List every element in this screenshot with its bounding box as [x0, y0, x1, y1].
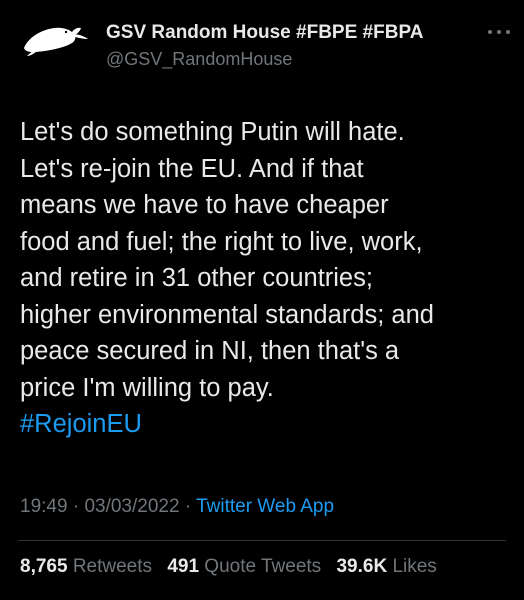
meta-separator: · — [179, 496, 197, 517]
tweet-detail: GSV Random House #FBPE #FBPA @GSV_Random… — [0, 0, 524, 600]
tweet-text-line: Let's do something Putin will hate. — [20, 118, 405, 146]
tweet-text-line: peace secured in NI, then that's a — [20, 337, 400, 365]
author-display-name[interactable]: GSV Random House #FBPE #FBPA — [106, 22, 423, 44]
retweets-stat[interactable]: 8,765 Retweets — [20, 556, 152, 577]
ellipsis-dot — [506, 30, 510, 34]
likes-stat[interactable]: 39.6K Likes — [336, 556, 436, 577]
hashtag-link[interactable]: #RejoinEU — [20, 406, 510, 443]
ellipsis-dot — [488, 30, 492, 34]
likes-label: Likes — [392, 556, 437, 577]
tweet-date[interactable]: 03/03/2022 — [84, 496, 179, 517]
tweet-text-line: price I'm willing to pay. — [20, 373, 274, 402]
ellipsis-dot — [497, 30, 501, 34]
ellipsis-icon[interactable] — [488, 24, 510, 40]
tweet-text: Let's do something Putin will hate. Let'… — [20, 114, 510, 443]
meta-separator: · — [67, 496, 85, 517]
tweet-text-line: means we have to have cheaper — [20, 191, 389, 219]
retweets-count: 8,765 — [20, 556, 68, 577]
tweet-text-line: and retire in 31 other countries; — [20, 264, 373, 292]
tweet-text-line: food and fuel; the right to live, work, — [20, 227, 423, 256]
author-handle[interactable]: @GSV_RandomHouse — [106, 48, 423, 70]
quote-tweets-stat[interactable]: 491 Quote Tweets — [167, 556, 321, 577]
tweet-text-line: higher environmental standards; and — [20, 300, 434, 329]
seal-avatar-icon[interactable] — [18, 14, 94, 62]
source-link[interactable]: Twitter Web App — [196, 496, 334, 517]
tweet-text-line: Let's re-join the EU. And if that — [20, 154, 364, 183]
retweets-label: Retweets — [72, 556, 153, 577]
quotes-count: 491 — [167, 556, 200, 577]
author-info[interactable]: GSV Random House #FBPE #FBPA @GSV_Random… — [106, 22, 423, 70]
likes-count: 39.6K — [336, 556, 388, 577]
tweet-meta: 19:49 · 03/03/2022 · Twitter Web App — [20, 496, 334, 518]
tweet-time[interactable]: 19:49 — [20, 496, 68, 517]
divider — [18, 540, 506, 541]
quotes-label: Quote Tweets — [204, 556, 322, 577]
engagement-stats: 8,765 Retweets 491 Quote Tweets 39.6K Li… — [20, 556, 447, 578]
